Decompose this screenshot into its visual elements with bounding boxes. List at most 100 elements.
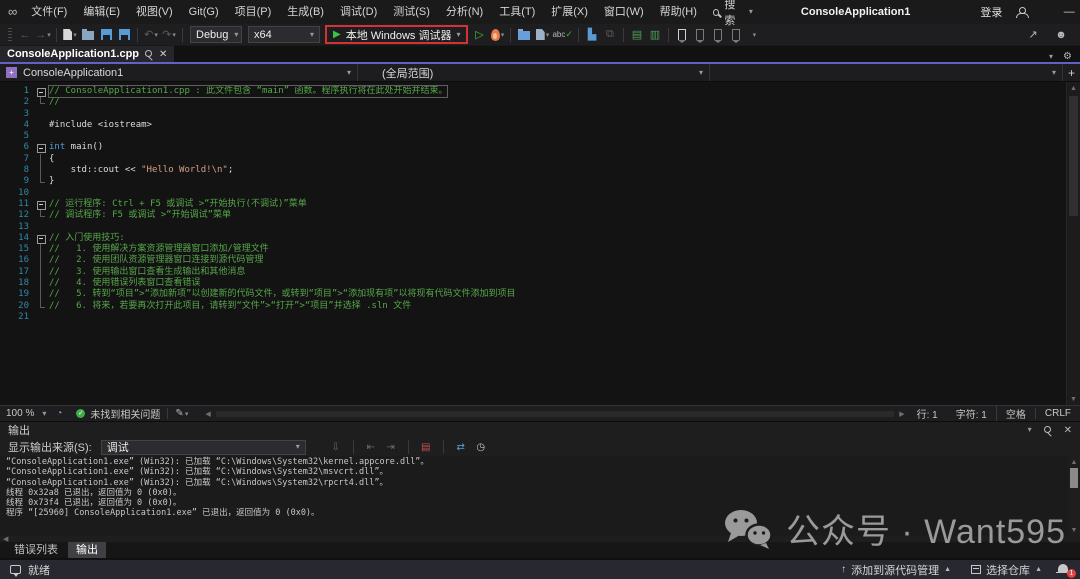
editor-vertical-scrollbar[interactable]: ▲ ▼ [1066,82,1080,405]
previous-message-icon[interactable]: ⇤ [364,442,378,453]
solution-explorer-icon[interactable]: ▾ [533,26,551,44]
toggle-bookmark-icon[interactable] [673,26,691,44]
menu-item-N[interactable]: 分析(N) [438,0,491,24]
close-panel-icon[interactable]: ✕ [1064,425,1072,436]
find-in-files-icon[interactable] [515,26,533,44]
code-cleanup-icon[interactable]: ⧉ [601,26,619,44]
document-health-icon[interactable]: ◔ [56,408,62,419]
fold-collapse-icon[interactable] [36,86,49,97]
send-feedback-icon[interactable]: ☻ [1052,26,1070,44]
code-text: std::cout << "Hello World!\n"; [49,165,233,176]
pin-icon[interactable] [1044,426,1052,434]
health-status[interactable]: ✓ 未找到相关问题 [76,406,160,421]
start-debugging-button[interactable]: ▶ 本地 Windows 调试器 ▾ [325,25,468,44]
menu-item-X[interactable]: 扩展(X) [543,0,596,24]
message-bubble-icon[interactable] [10,565,21,574]
scrollbar-thumb[interactable] [1070,468,1078,488]
clear-bookmarks-icon[interactable] [727,26,745,44]
spaces-indicator[interactable]: 空格 [996,406,1035,421]
code-region[interactable]: 1// ConsoleApplication1.cpp : 此文件包含 “mai… [0,82,1066,405]
output-panel-header[interactable]: 输出 ▾ ✕ [0,421,1080,438]
save-all-icon[interactable] [115,26,133,44]
share-feedback-icon[interactable]: ↗ [1024,26,1042,44]
menu-item-V[interactable]: 视图(V) [128,0,181,24]
menu-item-D[interactable]: 调试(D) [332,0,385,24]
toggle-word-wrap-icon[interactable]: ⇄ [454,442,468,453]
column-indicator[interactable]: 字符: 1 [947,406,996,421]
scrollbar-thumb[interactable] [1069,96,1078,216]
pin-icon[interactable] [145,50,153,58]
output-log[interactable]: “ConsoleApplication1.exe” (Win32): 已加载 “… [0,456,1080,536]
tab-output[interactable]: 输出 [68,542,106,558]
code-cleanup-broom-icon[interactable]: ✎▾ [175,408,188,419]
toolbar-overflow-icon[interactable]: ▾ [745,26,763,44]
menu-item-B[interactable]: 生成(B) [279,0,332,24]
find-message-icon[interactable]: ⇩ [329,442,343,453]
solution-configuration-dropdown[interactable]: Debug ▾ [190,26,242,43]
zoom-dropdown[interactable]: 100 % ▾ [0,408,52,419]
scroll-up-icon[interactable]: ▲ [1067,82,1080,94]
tab-error-list[interactable]: 错误列表 [6,542,66,558]
spell-check-icon[interactable]: abc✓ [551,26,573,44]
code-editor[interactable]: 1// ConsoleApplication1.cpp : 此文件包含 “mai… [0,82,1080,405]
solution-platform-dropdown[interactable]: x64 ▾ [248,26,320,43]
comment-selection-icon[interactable]: ▤ [628,26,646,44]
menu-item-S[interactable]: 测试(S) [385,0,438,24]
undo-icon[interactable]: ↶▾ [142,26,160,44]
editor-settings-gear-icon[interactable]: ⚙ [1063,51,1072,62]
uncomment-selection-icon[interactable]: ▥ [646,26,664,44]
notifications-button[interactable]: 1 [1056,562,1074,578]
timestamp-clock-icon[interactable]: ◷ [474,442,488,453]
add-to-source-control-button[interactable]: ↑ 添加到源代码管理 ▲ [835,562,957,578]
menu-item-H[interactable]: 帮助(H) [652,0,705,24]
window-title: ConsoleApplication1 [801,6,910,18]
split-window-button[interactable]: + [1062,64,1080,81]
account-icon[interactable] [1016,7,1027,18]
toolbar-grip[interactable] [8,28,12,42]
new-project-icon[interactable]: ▾ [61,26,79,44]
scroll-right-icon[interactable]: ▶ [896,410,907,418]
editor-horizontal-scrollbar[interactable] [216,411,895,417]
start-without-debugging-icon[interactable]: ▷ [470,26,488,44]
window-position-dropdown-icon[interactable]: ▾ [1028,426,1032,434]
menu-item-T[interactable]: 工具(T) [491,0,543,24]
scroll-down-icon[interactable]: ▼ [1068,524,1080,536]
project-scope-dropdown[interactable]: + ConsoleApplication1 ▾ [0,64,358,81]
scroll-up-icon[interactable]: ▲ [1068,456,1080,468]
scroll-down-icon[interactable]: ▼ [1067,393,1080,405]
open-file-icon[interactable] [79,26,97,44]
menu-item-E[interactable]: 编辑(E) [75,0,128,24]
type-scope-dropdown[interactable]: (全局范围) ▾ [358,64,710,81]
fold-collapse-icon[interactable] [36,142,49,153]
menu-item-F[interactable]: 文件(F) [23,0,75,24]
clear-all-icon[interactable]: ▤ [419,442,433,453]
eol-indicator[interactable]: CRLF [1035,408,1080,419]
line-indicator[interactable]: 行: 1 [908,406,947,421]
intellisense-icon[interactable]: ▙ [583,26,601,44]
navigate-forward-icon[interactable]: →▾ [34,26,52,44]
scroll-left-icon[interactable]: ◀ [202,410,213,418]
menu-item-GitG[interactable]: Git(G) [181,0,227,24]
signin-link[interactable]: 登录 [980,4,1002,20]
member-scope-dropdown[interactable]: ▾ [710,64,1062,81]
select-repository-button[interactable]: 选择仓库 ▲ [965,562,1048,578]
fold-collapse-icon[interactable] [36,233,49,244]
tab-consoleapplication1-cpp[interactable]: ConsoleApplication1.cpp ✕ [0,46,174,62]
output-source-dropdown[interactable]: 调试 ▾ [101,440,306,455]
code-segment: // [49,97,60,107]
menu-item-P[interactable]: 项目(P) [227,0,280,24]
previous-bookmark-icon[interactable] [691,26,709,44]
output-vertical-scrollbar[interactable]: ▲ ▼ [1068,456,1080,536]
hot-reload-icon[interactable]: ▾ [488,26,506,44]
tab-close-icon[interactable]: ✕ [159,49,167,60]
document-list-dropdown-icon[interactable]: ▾ [1049,53,1053,61]
navigate-back-icon[interactable]: ← [16,26,34,44]
save-icon[interactable] [97,26,115,44]
next-bookmark-icon[interactable] [709,26,727,44]
menu-item-W[interactable]: 窗口(W) [596,0,652,24]
minimize-button[interactable]: — [1053,0,1080,24]
next-message-icon[interactable]: ⇥ [384,442,398,453]
search-control[interactable]: 搜索 ▾ [705,0,761,28]
redo-icon[interactable]: ↷▾ [160,26,178,44]
fold-collapse-icon[interactable] [36,199,49,210]
